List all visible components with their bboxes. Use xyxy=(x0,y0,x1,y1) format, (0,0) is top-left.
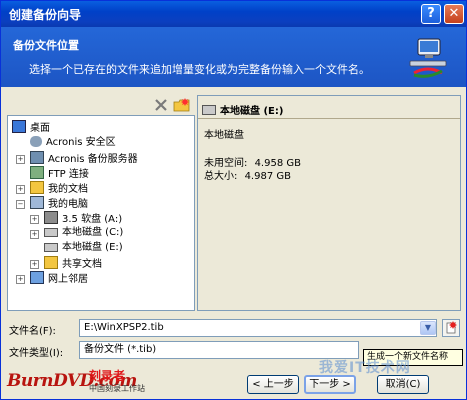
wizard-header: 备份文件位置 选择一个已存在的文件来追加增量变化或为完整备份输入一个文件名。 xyxy=(1,27,466,87)
expand-toggle[interactable]: + xyxy=(16,185,25,194)
backup-server-icon xyxy=(30,151,44,164)
tree-toolbar xyxy=(151,96,193,114)
tree-item-my-computer[interactable]: 我的电脑 xyxy=(30,196,88,210)
tree-item-secure-zone[interactable]: Acronis 安全区 xyxy=(30,136,116,150)
delete-icon[interactable] xyxy=(153,97,169,113)
tree-item-network[interactable]: 网上邻居 xyxy=(30,271,88,285)
total-size-value: 4.987 GB xyxy=(244,171,291,182)
backup-wizard-window: 创建备份向导 ? ✕ 备份文件位置 选择一个已存在的文件来追加增量变化或为完整备… xyxy=(0,0,467,400)
expand-toggle[interactable]: + xyxy=(30,215,39,224)
filetype-label: 文件类型(I): xyxy=(9,348,64,359)
expand-toggle[interactable]: + xyxy=(16,275,25,284)
tree-item-backup-server[interactable]: Acronis 备份服务器 xyxy=(30,151,138,165)
next-button[interactable]: 下一步 > xyxy=(304,375,356,394)
help-button[interactable]: ? xyxy=(421,4,441,24)
floppy-icon xyxy=(44,211,58,224)
info-heading: 本地磁盘 (E:) xyxy=(202,102,283,117)
generate-filename-button[interactable] xyxy=(442,319,460,337)
new-folder-icon[interactable] xyxy=(173,97,191,113)
drive-icon xyxy=(44,243,58,252)
chevron-down-icon[interactable]: ▼ xyxy=(420,321,436,335)
collapse-toggle[interactable]: − xyxy=(16,200,25,209)
brand-logo: BurnDVD.com 刻录者 中国刻录工作站 xyxy=(7,367,167,397)
filetype-select[interactable]: 备份文件 (*.tib) xyxy=(79,341,359,359)
drive-icon xyxy=(44,228,58,237)
tree-item-my-documents[interactable]: 我的文档 xyxy=(30,181,88,195)
ftp-icon xyxy=(30,166,44,179)
filename-input[interactable]: E:\WinXPSP2.tib xyxy=(79,319,437,337)
filename-label: 文件名(F): xyxy=(9,326,56,337)
expand-toggle[interactable]: + xyxy=(30,260,39,269)
tree-item-shared-documents[interactable]: 共享文档 xyxy=(44,256,102,270)
tree-item-desktop[interactable]: 桌面 xyxy=(12,120,50,134)
drive-info-panel: 本地磁盘 (E:) 本地磁盘 未用空间: 4.958 GB 总大小: 4.987… xyxy=(197,95,461,311)
header-title: 备份文件位置 xyxy=(13,39,79,52)
total-size-label: 总大小: xyxy=(204,171,238,182)
tree-item-drive-e[interactable]: 本地磁盘 (E:) xyxy=(44,241,123,255)
brand-name: 刻录者 xyxy=(89,369,126,383)
network-computer-icon xyxy=(409,38,447,78)
computer-icon xyxy=(30,196,44,209)
tree-item-ftp[interactable]: FTP 连接 xyxy=(30,166,89,180)
drive-name: 本地磁盘 xyxy=(204,130,244,141)
close-button[interactable]: ✕ xyxy=(444,4,464,24)
total-size-row: 总大小: 4.987 GB xyxy=(204,167,291,182)
header-description: 选择一个已存在的文件来追加增量变化或为完整备份输入一个文件名。 xyxy=(29,63,370,76)
back-button[interactable]: < 上一步 xyxy=(247,375,299,394)
network-icon xyxy=(30,271,44,284)
title-bar: 创建备份向导 ? ✕ xyxy=(1,1,466,27)
brand-subtitle: 中国刻录工作站 xyxy=(89,384,145,393)
folder-icon xyxy=(30,181,44,194)
expand-toggle[interactable]: + xyxy=(16,155,25,164)
drive-icon xyxy=(202,105,216,115)
new-file-icon xyxy=(446,321,457,334)
desktop-icon xyxy=(12,120,26,133)
folder-tree[interactable]: 桌面 Acronis 安全区 + Acronis 备份服务器 FTP 连接 + … xyxy=(7,115,195,311)
expand-toggle[interactable]: + xyxy=(30,230,39,239)
cancel-button[interactable]: 取消(C) xyxy=(377,375,429,394)
tree-item-drive-c[interactable]: 本地磁盘 (C:) xyxy=(44,226,123,240)
divider xyxy=(198,118,460,119)
tree-item-floppy[interactable]: 3.5 软盘 (A:) xyxy=(44,211,122,225)
folder-icon xyxy=(44,256,58,269)
window-title: 创建备份向导 xyxy=(9,8,82,22)
watermark: 我爱IT技术网 xyxy=(319,360,411,376)
secure-zone-icon xyxy=(30,136,42,147)
